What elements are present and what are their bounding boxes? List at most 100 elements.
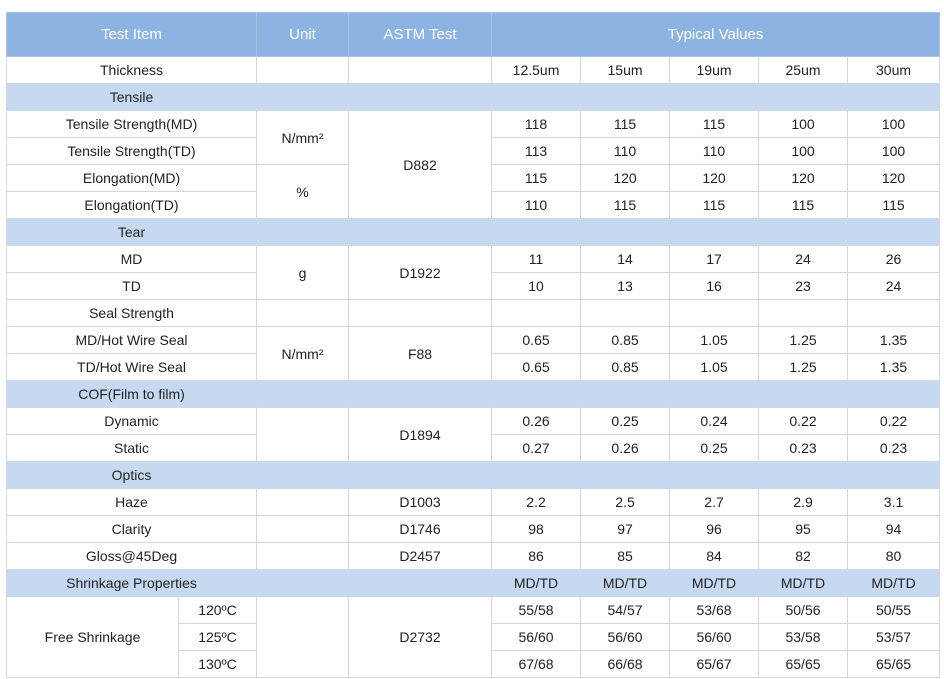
value-cell: 94 (847, 515, 941, 543)
value-cell: 100 (847, 137, 941, 165)
value-cell: 110 (491, 191, 582, 219)
astm-cell: D2732 (348, 596, 493, 678)
value-cell: 1.25 (758, 326, 849, 354)
row-label-free-shrinkage: Free Shrinkage (6, 596, 179, 678)
value-cell: 65/65 (847, 650, 941, 678)
value-cell: 13 (580, 272, 671, 300)
value-cell: 25um (758, 56, 849, 84)
section-label: COF(Film to film) (5, 380, 258, 408)
value-cell: 96 (669, 515, 760, 543)
unit-cell: N/mm² (256, 110, 350, 165)
section-label: Tensile (5, 83, 258, 111)
value-cell: 0.65 (491, 326, 582, 354)
value-cell: 53/57 (847, 623, 941, 651)
value-cell: 14 (580, 245, 671, 273)
header-typical-values: Typical Values (491, 12, 941, 57)
section-label: Optics (5, 461, 258, 489)
row-label: Clarity (5, 515, 258, 543)
table-row: Gloss@45Deg D2457 86 85 84 82 80 (5, 542, 941, 570)
temperature-cell: 120ºC (177, 596, 258, 624)
value-cell: 26 (847, 245, 941, 273)
value-cell: 0.25 (580, 407, 671, 435)
row-label: Dynamic (5, 407, 258, 435)
unit-cell: % (256, 164, 350, 219)
value-cell: 115 (580, 191, 671, 219)
table-row: Tensile Strength(MD) N/mm² D882 118 115 … (5, 110, 941, 219)
value-cell: 56/60 (669, 623, 760, 651)
value-cell: 53/68 (669, 596, 760, 624)
table-row: Thickness 12.5um 15um 19um 25um 30um (5, 56, 941, 84)
value-cell: 0.26 (491, 407, 582, 435)
temperature-cell: 125ºC (177, 623, 258, 651)
temperature-cell: 130ºC (177, 650, 258, 678)
table-row: MD/Hot Wire Seal N/mm² F88 0.65 0.85 1.0… (5, 326, 941, 381)
row-label: Tensile Strength(TD) (5, 137, 258, 165)
value-cell: 1.25 (758, 353, 849, 381)
value-cell: 85 (580, 542, 671, 570)
value-cell: 3.1 (847, 488, 941, 516)
value-cell: 0.65 (491, 353, 582, 381)
value-cell: 23 (758, 272, 849, 300)
value-cell: 2.9 (758, 488, 849, 516)
value-cell: 0.24 (669, 407, 760, 435)
value-cell: 110 (580, 137, 671, 165)
value-cell: 67/68 (491, 650, 582, 678)
value-cell: 0.23 (758, 434, 849, 462)
section-label: Shrinkage Properties (5, 569, 258, 597)
value-cell: MD/TD (758, 569, 849, 597)
spec-table: Test Item Unit ASTM Test Typical Values … (5, 12, 941, 678)
value-cell: 65/67 (669, 650, 760, 678)
value-cell: 56/60 (580, 623, 671, 651)
row-label: Tensile Strength(MD) (5, 110, 258, 138)
astm-cell (348, 56, 493, 84)
value-cell: 82 (758, 542, 849, 570)
unit-cell: N/mm² (256, 326, 350, 381)
astm-cell: D882 (348, 110, 493, 219)
section-label: Tear (5, 218, 258, 246)
value-cell: 0.27 (491, 434, 582, 462)
unit-cell (256, 407, 350, 462)
value-cell: 118 (491, 110, 582, 138)
table-row: Haze D1003 2.2 2.5 2.7 2.9 3.1 (5, 488, 941, 516)
value-cell: MD/TD (669, 569, 760, 597)
row-label: Seal Strength (5, 299, 258, 327)
row-label: TD (5, 272, 258, 300)
value-cell: 24 (847, 272, 941, 300)
value-cell: 0.22 (758, 407, 849, 435)
unit-cell (256, 596, 350, 678)
table-row: Clarity D1746 98 97 96 95 94 (5, 515, 941, 543)
value-cell: 11 (491, 245, 582, 273)
value-cell: 0.85 (580, 353, 671, 381)
unit-cell (256, 542, 350, 570)
value-cell: 0.22 (847, 407, 941, 435)
value-cell: 50/56 (758, 596, 849, 624)
value-cell: 95 (758, 515, 849, 543)
table-row: Dynamic D1894 0.26 0.25 0.24 0.22 0.22 (5, 407, 941, 462)
section-row-tear: Tear (5, 218, 941, 246)
value-cell: MD/TD (491, 569, 582, 597)
astm-cell: F88 (348, 326, 493, 381)
value-cell: 2.7 (669, 488, 760, 516)
unit-cell (256, 515, 350, 543)
section-row-optics: Optics (5, 461, 941, 489)
value-cell: 16 (669, 272, 760, 300)
value-cell: 2.5 (580, 488, 671, 516)
row-label: Elongation(MD) (5, 164, 258, 192)
unit-cell: g (256, 245, 350, 300)
value-cell: 24 (758, 245, 849, 273)
value-cell: 19um (669, 56, 760, 84)
value-cell: 120 (758, 164, 849, 192)
value-cell: 1.05 (669, 326, 760, 354)
row-label: Static (5, 434, 258, 462)
value-cell: 0.26 (580, 434, 671, 462)
value-cell: 115 (847, 191, 941, 219)
value-cell: 100 (758, 110, 849, 138)
table-row-seal-strength: Seal Strength (5, 299, 941, 327)
row-label: Elongation(TD) (5, 191, 258, 219)
value-cell: 0.23 (847, 434, 941, 462)
value-cell: 115 (669, 191, 760, 219)
value-cell: 113 (491, 137, 582, 165)
value-cell: 2.2 (491, 488, 582, 516)
value-cell: 66/68 (580, 650, 671, 678)
unit-cell (256, 488, 350, 516)
